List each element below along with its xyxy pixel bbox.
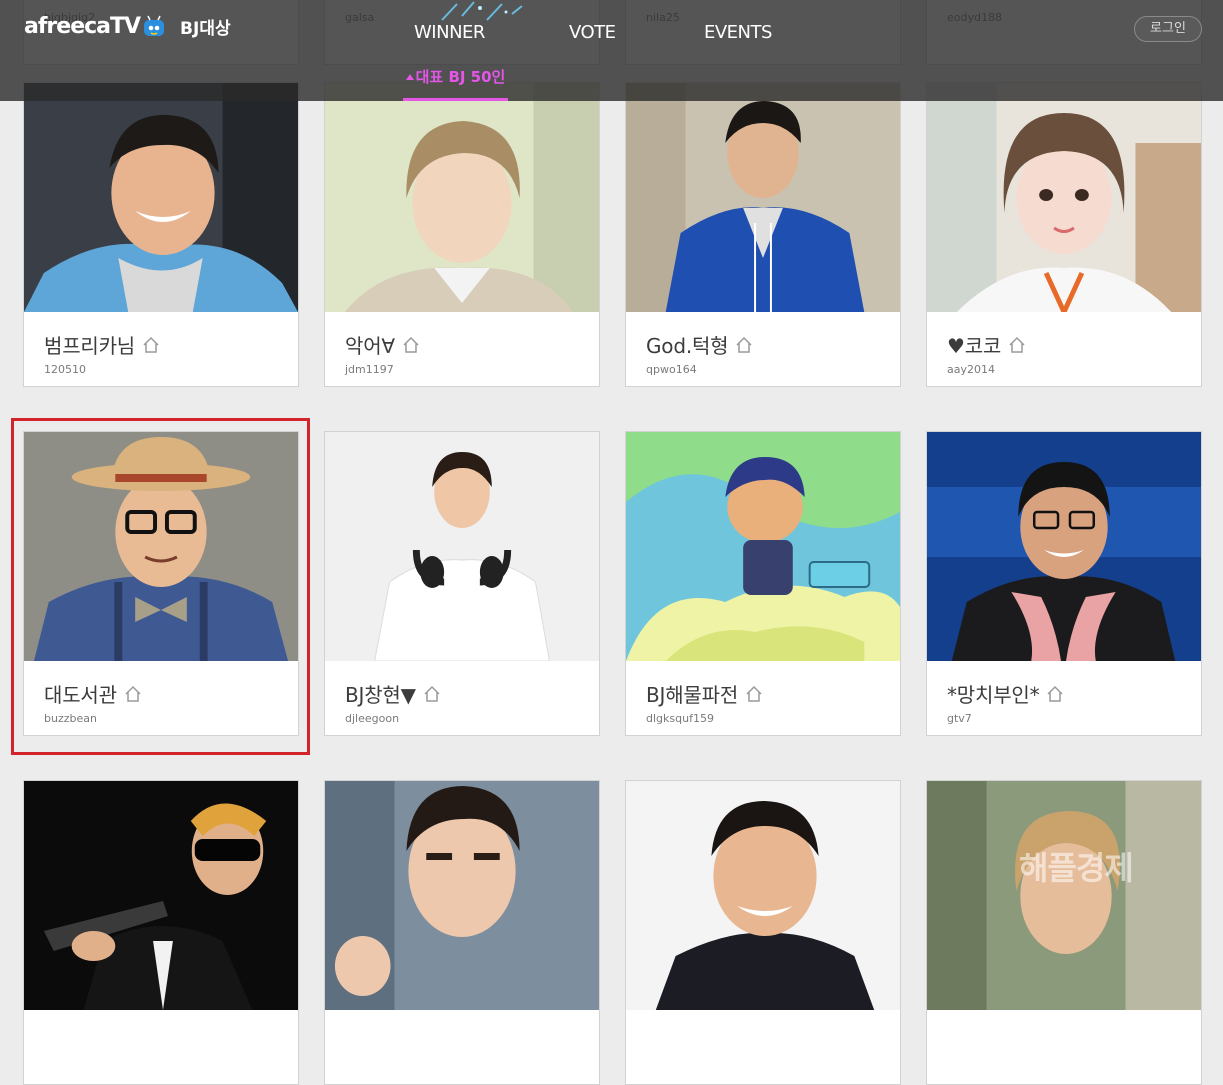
bj-name-row: God.턱형: [646, 330, 754, 359]
bj-id: buzzbean: [44, 712, 97, 725]
bj-name-row: ♥코코: [947, 330, 1027, 359]
bj-thumbnail[interactable]: [626, 83, 900, 312]
bj-name[interactable]: 범프리카님: [44, 330, 135, 359]
bj-thumbnail[interactable]: [927, 432, 1201, 661]
bj-name[interactable]: BJ창현▼: [345, 679, 416, 708]
bj-name-row: 대도서관: [44, 679, 143, 708]
nav-item-winner[interactable]: WINNER: [414, 22, 485, 43]
bj-thumbnail[interactable]: [325, 83, 599, 312]
bj-id: dlgksquf159: [646, 712, 714, 725]
bj-name-row: 악어∀: [345, 330, 421, 359]
bj-card-8[interactable]: *망치부인* gtv7: [926, 431, 1202, 736]
bj-card-12[interactable]: 해플경제: [926, 780, 1202, 1085]
bj-name-row: 범프리카님: [44, 330, 161, 359]
nav-item-vote[interactable]: VOTE: [569, 22, 616, 43]
bj-thumbnail[interactable]: [626, 781, 900, 1010]
logo[interactable]: afreecaTV BJ대상: [24, 14, 231, 39]
home-icon[interactable]: [123, 684, 143, 704]
home-icon[interactable]: [1007, 335, 1027, 355]
bj-thumbnail[interactable]: [325, 781, 599, 1010]
home-icon[interactable]: [401, 335, 421, 355]
bj-thumbnail[interactable]: [927, 781, 1201, 1010]
bj-name[interactable]: 대도서관: [44, 679, 117, 708]
bj-id: qpwo164: [646, 363, 697, 376]
triangle-up-icon: [405, 74, 414, 80]
home-icon[interactable]: [422, 684, 442, 704]
bj-card-11[interactable]: [625, 780, 901, 1085]
bj-name[interactable]: *망치부인*: [947, 679, 1040, 708]
home-icon[interactable]: [744, 684, 764, 704]
logo-text: afreecaTV: [24, 14, 141, 39]
bj-card-2[interactable]: 악어∀ jdm1197: [324, 82, 600, 387]
login-button[interactable]: 로그인: [1134, 16, 1202, 42]
bj-name-row: BJ해물파전: [646, 679, 764, 708]
tv-icon: [144, 15, 165, 36]
home-icon[interactable]: [1045, 684, 1065, 704]
bj-name[interactable]: God.턱형: [646, 330, 729, 359]
bj-card-1[interactable]: 범프리카님 120510: [23, 82, 299, 387]
bj-name-row: BJ창현▼: [345, 679, 442, 708]
bj-thumbnail[interactable]: [24, 83, 298, 312]
bj-id: jdm1197: [345, 363, 394, 376]
bj-name-row: *망치부인*: [947, 679, 1065, 708]
logo-subtitle: BJ대상: [180, 19, 231, 39]
bj-card-4[interactable]: ♥코코 aay2014: [926, 82, 1202, 387]
sparkle-decoration: [441, 1, 523, 21]
bj-id: gtv7: [947, 712, 972, 725]
subnav-active-indicator: [403, 98, 508, 101]
bj-name[interactable]: 악어∀: [345, 330, 395, 359]
bj-thumbnail[interactable]: [626, 432, 900, 661]
watermark: 해플경제: [1019, 849, 1134, 887]
bj-id: djleegoon: [345, 712, 400, 725]
bj-name[interactable]: ♥코코: [947, 330, 1001, 359]
bj-card-10[interactable]: [324, 780, 600, 1085]
top-navigation-bar: afreecaTV BJ대상 WINNER VOTE EVENTS 대표 BJ …: [0, 0, 1223, 101]
subnav-top50[interactable]: 대표 BJ 50인: [403, 66, 508, 101]
bj-card-7[interactable]: BJ해물파전 dlgksquf159: [625, 431, 901, 736]
bj-thumbnail[interactable]: [24, 432, 298, 661]
bj-thumbnail[interactable]: [24, 781, 298, 1010]
bj-name[interactable]: BJ해물파전: [646, 679, 738, 708]
home-icon[interactable]: [734, 335, 754, 355]
home-icon[interactable]: [141, 335, 161, 355]
subnav-label: 대표 BJ 50인: [415, 68, 506, 86]
bj-id: 120510: [44, 363, 86, 376]
bj-card-9[interactable]: [23, 780, 299, 1085]
bj-thumbnail[interactable]: [325, 432, 599, 661]
bj-thumbnail[interactable]: [927, 83, 1201, 312]
bj-card-5[interactable]: 대도서관 buzzbean: [23, 431, 299, 736]
bj-card-3[interactable]: God.턱형 qpwo164: [625, 82, 901, 387]
nav-item-events[interactable]: EVENTS: [704, 22, 772, 43]
bj-card-6[interactable]: BJ창현▼ djleegoon: [324, 431, 600, 736]
bj-id: aay2014: [947, 363, 995, 376]
